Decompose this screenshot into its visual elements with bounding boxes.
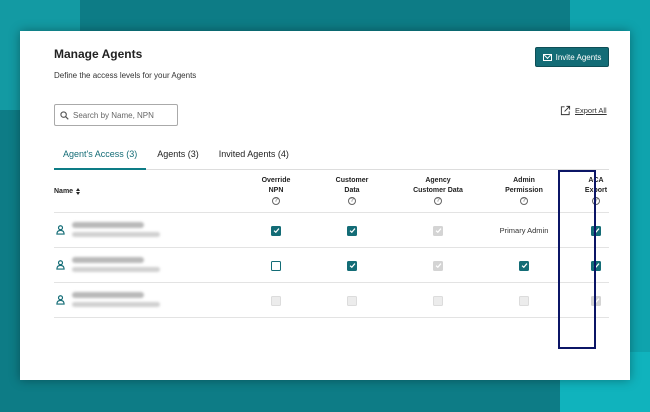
permission-checkbox (271, 295, 281, 306)
sort-icon (76, 188, 81, 195)
help-icon[interactable]: ? (592, 197, 600, 205)
permission-checkbox (519, 295, 529, 306)
table-cell (393, 248, 483, 283)
tab-agents-access[interactable]: Agent's Access (3) (54, 148, 147, 170)
name-header-label: Name (54, 188, 74, 195)
export-all-label: Export All (575, 106, 607, 115)
permission-checkbox[interactable] (591, 260, 601, 271)
permission-checkbox[interactable] (271, 225, 281, 236)
help-icon[interactable]: ? (520, 197, 528, 205)
redacted-agent-name (72, 257, 144, 263)
table-row (54, 283, 609, 318)
redacted-agent-email (72, 302, 160, 307)
export-all-link[interactable]: Export All (560, 105, 607, 116)
table-cell (551, 248, 641, 283)
redacted-agent-email (72, 232, 160, 237)
table-cell (307, 213, 397, 248)
redacted-agent-name (72, 292, 144, 298)
tab-agents[interactable]: Agents (3) (148, 148, 208, 170)
permission-checkbox (347, 295, 357, 306)
table-cell (551, 213, 641, 248)
permission-checkbox (433, 260, 443, 271)
mail-icon (542, 53, 552, 61)
help-icon[interactable]: ? (348, 197, 356, 205)
search-icon (60, 110, 69, 120)
redacted-agent-name (72, 222, 144, 228)
table-cell (307, 283, 397, 318)
table-cell (393, 283, 483, 318)
help-icon[interactable]: ? (434, 197, 442, 205)
name-column-header[interactable]: Name (54, 188, 81, 195)
table-row (54, 248, 609, 283)
person-icon (56, 225, 65, 235)
column-header-customer-data: Customer Data ? (335, 177, 369, 205)
page-subtitle: Define the access levels for your Agents (54, 71, 197, 80)
invite-agents-button[interactable]: Invite Agents (535, 47, 609, 67)
person-icon (56, 260, 65, 270)
table-header: Name Override NPN ? Customer Data ? Agency… (54, 172, 609, 213)
tab-invited-agents[interactable]: Invited Agents (4) (210, 148, 298, 170)
permission-checkbox[interactable] (591, 225, 601, 236)
export-icon (560, 105, 571, 116)
table-cell (307, 248, 397, 283)
invite-agents-label: Invite Agents (555, 52, 602, 62)
agents-access-table: Name Override NPN ? Customer Data ? Agency… (54, 172, 609, 318)
page-title: Manage Agents (54, 47, 143, 61)
column-header-agency-customer-data: Agency Customer Data ? (413, 177, 463, 205)
permission-checkbox (433, 225, 443, 236)
permission-checkbox[interactable] (519, 260, 529, 271)
primary-admin-label: Primary Admin (499, 226, 549, 235)
permission-checkbox (591, 295, 601, 306)
permission-checkbox[interactable] (347, 225, 357, 236)
permission-checkbox (433, 295, 443, 306)
person-icon (56, 295, 65, 305)
permission-checkbox[interactable] (271, 260, 281, 271)
table-cell (393, 213, 483, 248)
manage-agents-panel: Manage Agents Define the access levels f… (20, 31, 630, 380)
search-box (54, 104, 178, 126)
tab-bar: Agent's Access (3) Agents (3) Invited Ag… (54, 148, 609, 170)
redacted-agent-email (72, 267, 160, 272)
column-header-aca-export: ACA Export ? (584, 177, 608, 205)
search-input[interactable] (73, 110, 173, 120)
help-icon[interactable]: ? (272, 197, 280, 205)
table-row: Primary Admin (54, 213, 609, 248)
table-cell (551, 283, 641, 318)
permission-checkbox[interactable] (347, 260, 357, 271)
